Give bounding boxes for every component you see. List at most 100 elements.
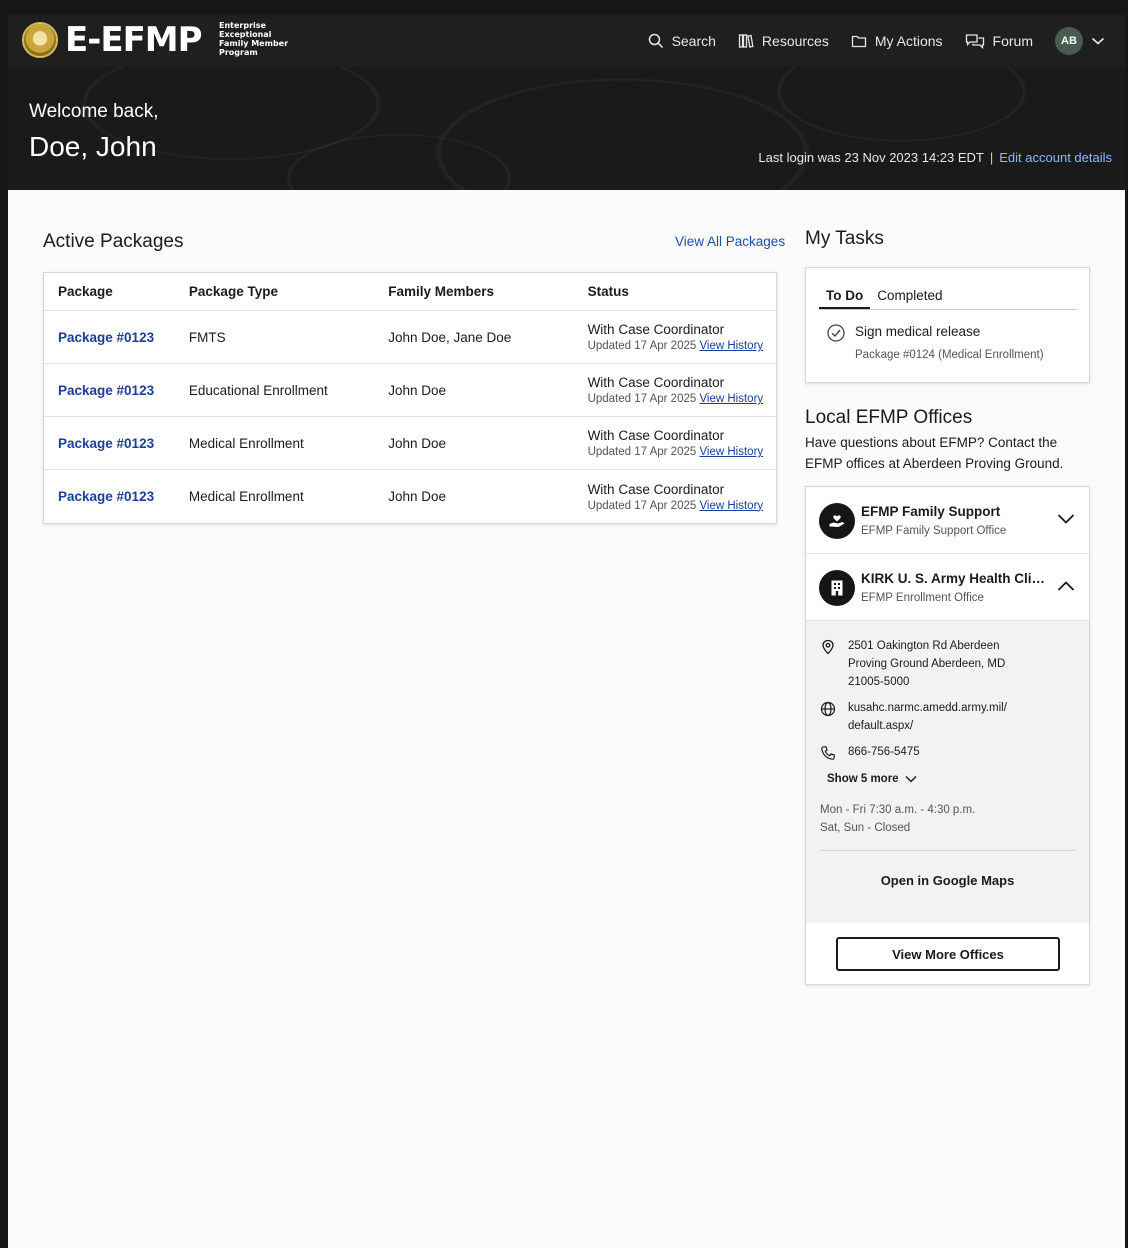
task-title: Sign medical release [855, 324, 981, 339]
package-link[interactable]: Package #0123 [58, 436, 154, 451]
website-link[interactable]: kusahc.narmc.amedd.army.mil/ default.asp… [848, 699, 1028, 735]
office-hours: Mon - Fri 7:30 a.m. - 4:30 p.m. Sat, Sun… [820, 801, 1075, 837]
globe-icon [820, 701, 836, 717]
office-type: EFMP Enrollment Office [861, 592, 984, 604]
tasks-tabs: To Do Completed [819, 280, 1077, 310]
family-members: John Doe [388, 435, 447, 451]
nav-search[interactable]: Search [648, 33, 716, 49]
office-name: KIRK U. S. Army Health Clinic (KUSAHC) [861, 571, 1051, 586]
updated-date: Updated 17 Apr 2025 [587, 499, 697, 512]
tab-completed[interactable]: Completed [870, 280, 949, 309]
separator: | [989, 150, 994, 165]
show-more-toggle[interactable]: Show 5 more [827, 773, 1075, 785]
package-type: Medical Enrollment [188, 489, 304, 504]
column-header: Package Type [188, 284, 278, 299]
chevron-down-icon[interactable] [1091, 36, 1105, 46]
table-row: Package #0123 Medical Enrollment John Do… [44, 417, 776, 470]
column-header: Family Members [388, 284, 495, 299]
office-website: kusahc.narmc.amedd.army.mil/ default.asp… [820, 699, 1075, 735]
family-members: John Doe [388, 382, 447, 398]
package-type: Medical Enrollment [188, 435, 304, 451]
local-offices-title: Local EFMP Offices [805, 407, 973, 428]
hand-heart-icon [819, 503, 855, 539]
package-link[interactable]: Package #0123 [58, 330, 154, 345]
divider [820, 850, 1075, 851]
tab-to-do[interactable]: To Do [819, 280, 871, 309]
phone-link[interactable]: 866-756-5475 [848, 743, 920, 761]
active-packages-title: Active Packages [43, 231, 184, 252]
app-logo-subtitle: Enterprise Exceptional Family Member Pro… [219, 21, 289, 57]
office-type: EFMP Family Support Office [861, 525, 1007, 537]
app-frame: E-EFMP Enterprise Exceptional Family Mem… [8, 15, 1125, 1248]
status-text: With Case Coordinator [587, 375, 725, 390]
nav-forum-label: Forum [992, 33, 1033, 49]
status-text: With Case Coordinator [587, 481, 725, 497]
office-details: 2501 Oakington Rd Aberdeen Proving Groun… [806, 621, 1089, 923]
search-icon [648, 33, 663, 49]
view-all-packages-link[interactable]: View All Packages [675, 234, 785, 249]
packages-table: Package Package Type Family Members Stat… [43, 272, 777, 524]
show-more-label: Show 5 more [827, 773, 899, 785]
army-seal-logo [22, 22, 58, 58]
package-status: With Case Coordinator Updated 17 Apr 202… [588, 322, 776, 352]
column-header: Package [58, 284, 113, 299]
updated-date: Updated 17 Apr 2025 [587, 340, 697, 352]
office-phone: 866-756-5475 [820, 743, 1075, 761]
office-address: 2501 Oakington Rd Aberdeen Proving Groun… [820, 637, 1075, 691]
edit-account-link[interactable]: Edit account details [999, 150, 1112, 165]
tasks-card: To Do Completed Sign medical release Pac… [805, 267, 1090, 383]
offices-description: Have questions about EFMP? Contact the E… [805, 435, 1064, 471]
chevron-down-icon [905, 775, 917, 783]
updated-date: Updated 17 Apr 2025 [587, 446, 697, 458]
view-history-link[interactable]: View History [699, 500, 763, 512]
view-history-link[interactable]: View History [699, 393, 763, 405]
table-row: Package #0123 Medical Enrollment John Do… [44, 470, 776, 523]
table-row: Package #0123 FMTS John Doe, Jane Doe Wi… [44, 311, 776, 364]
view-more-wrapper: View More Offices [806, 923, 1089, 984]
building-icon [819, 570, 855, 606]
updated-date: Updated 17 Apr 2025 [587, 393, 697, 405]
office-name: EFMP Family Support [861, 504, 1001, 519]
offices-card: EFMP Family Support EFMP Family Support … [805, 486, 1090, 985]
table-row: Package #0123 Educational Enrollment Joh… [44, 364, 776, 417]
status-text: With Case Coordinator [587, 322, 725, 337]
package-status: With Case Coordinator Updated 17 Apr 202… [588, 375, 776, 405]
nav-search-label: Search [671, 33, 716, 49]
hours-weekday: Mon - Fri 7:30 a.m. - 4:30 p.m. [820, 804, 976, 816]
table-header: Package Package Type Family Members Stat… [44, 273, 776, 311]
package-type: FMTS [188, 329, 226, 345]
phone-icon [821, 746, 835, 760]
check-circle-icon[interactable] [827, 324, 845, 342]
chevron-up-icon[interactable] [1057, 580, 1075, 592]
nav-my-actions-label: My Actions [874, 33, 943, 49]
address-text: 2501 Oakington Rd Aberdeen Proving Groun… [848, 640, 1006, 688]
welcome-text: Welcome back, [29, 101, 159, 122]
view-history-link[interactable]: View History [699, 340, 763, 352]
package-status: With Case Coordinator Updated 17 Apr 202… [588, 428, 776, 458]
welcome-banner: Welcome back, Doe, John Last login was 2… [8, 67, 1125, 190]
package-link[interactable]: Package #0123 [58, 489, 154, 504]
family-members: John Doe, Jane Doe [388, 329, 512, 345]
hours-weekend: Sat, Sun - Closed [820, 822, 911, 834]
app-logo[interactable]: E-EFMP [65, 20, 203, 60]
user-avatar[interactable]: AB [1055, 27, 1083, 55]
view-history-link[interactable]: View History [699, 446, 763, 458]
open-google-maps-link[interactable]: Open in Google Maps [820, 873, 1075, 888]
nav-resources[interactable]: Resources [738, 33, 829, 49]
main-nav: Search Resources My Actions Forum AB [648, 15, 1125, 67]
package-link[interactable]: Package #0123 [58, 383, 154, 398]
chevron-down-icon[interactable] [1057, 513, 1075, 525]
top-navbar: E-EFMP Enterprise Exceptional Family Mem… [8, 15, 1125, 67]
task-item[interactable]: Sign medical release Package #0124 (Medi… [827, 324, 1044, 361]
user-name: Doe, John [29, 131, 157, 162]
nav-forum[interactable]: Forum [965, 33, 1033, 49]
main-content: Active Packages View All Packages Packag… [8, 190, 1125, 1248]
office-accordion-kirk-clinic[interactable]: KIRK U. S. Army Health Clinic (KUSAHC) E… [806, 554, 1089, 621]
package-status: With Case Coordinator Updated 17 Apr 202… [588, 482, 776, 512]
last-login-text: Last login was 23 Nov 2023 14:23 EDT [758, 150, 984, 165]
nav-my-actions[interactable]: My Actions [851, 33, 943, 49]
office-accordion-family-support[interactable]: EFMP Family Support EFMP Family Support … [806, 487, 1089, 554]
folder-icon [851, 35, 866, 48]
nav-resources-label: Resources [761, 33, 829, 49]
view-more-offices-button[interactable]: View More Offices [836, 937, 1060, 971]
